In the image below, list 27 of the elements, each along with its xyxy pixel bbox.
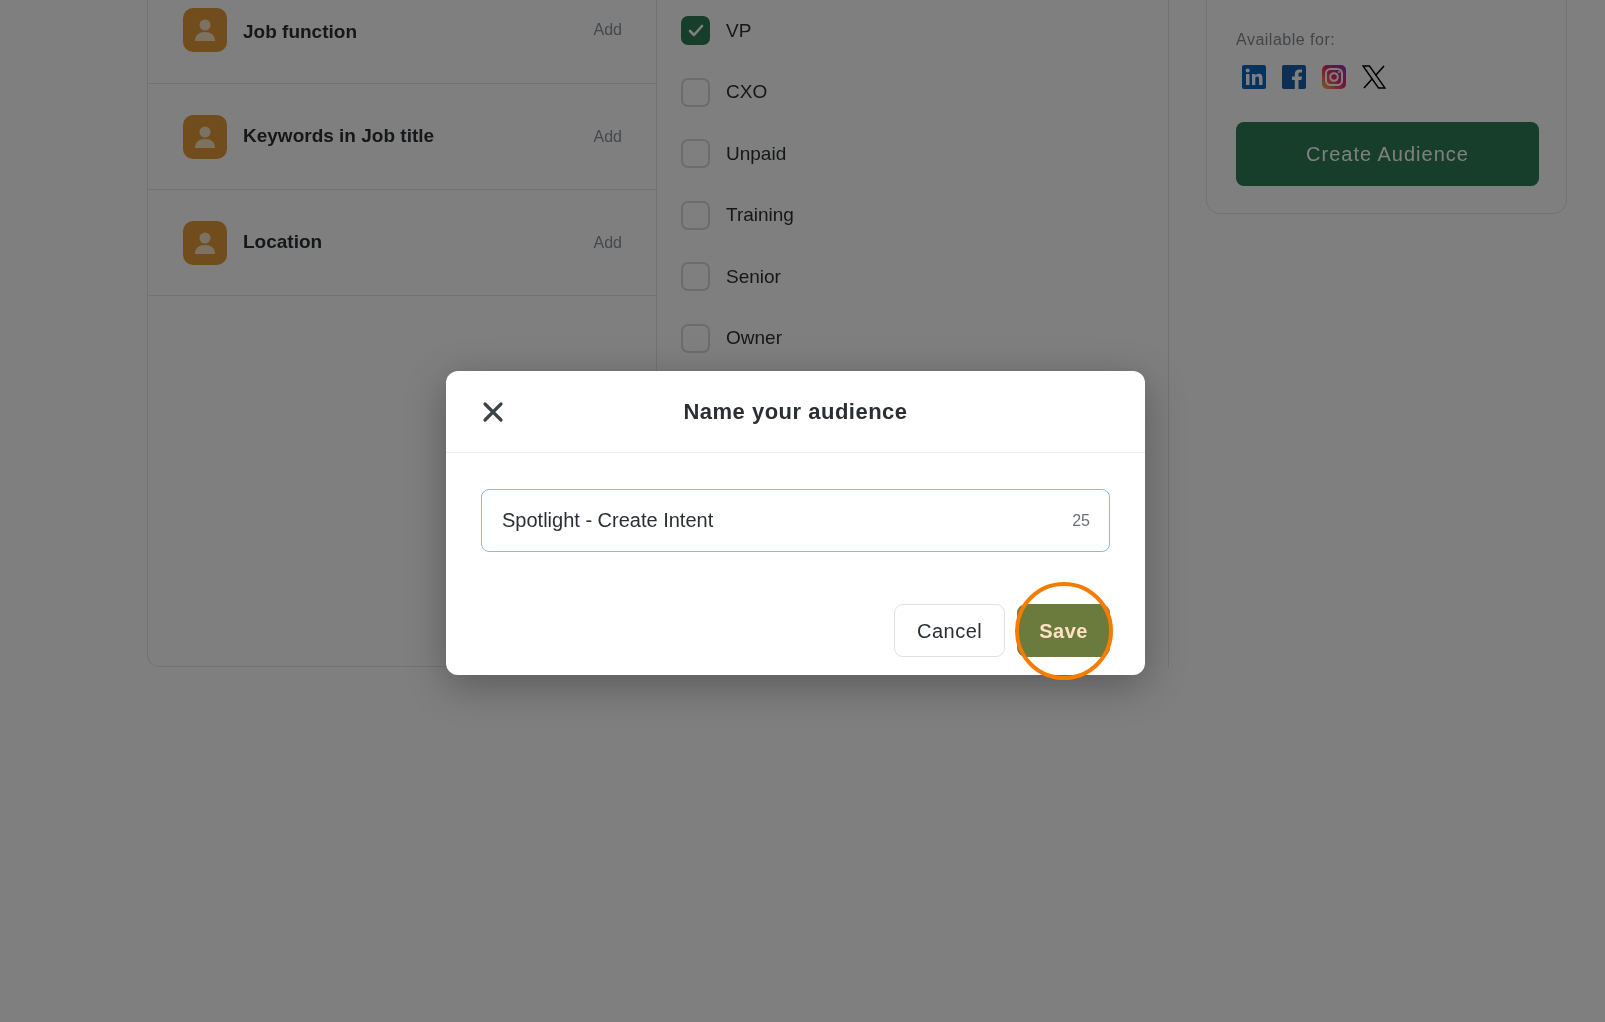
filter-label: Job function <box>243 20 358 44</box>
option-label: CXO <box>726 80 768 104</box>
option-label: Senior <box>726 264 781 289</box>
create-audience-button[interactable]: Create Audience <box>1236 122 1539 186</box>
character-count: 25 <box>1072 511 1090 531</box>
person-icon <box>183 114 227 159</box>
add-link[interactable]: Add <box>593 124 622 149</box>
option-label: VP <box>726 18 752 43</box>
instagram-icon <box>1322 65 1346 89</box>
add-link[interactable]: Add <box>593 18 622 42</box>
filter-label: Keywords in Job title <box>243 124 436 149</box>
person-icon <box>183 220 227 265</box>
checkbox[interactable] <box>681 16 710 46</box>
save-button[interactable]: Save <box>1017 604 1110 657</box>
filter-label: Location <box>243 230 324 255</box>
option-label: Unpaid <box>726 141 787 166</box>
person-icon <box>183 8 227 52</box>
available-for-label: Available for: <box>1236 30 1337 50</box>
facebook-icon <box>1282 65 1306 89</box>
add-link[interactable]: Add <box>593 230 622 255</box>
linkedin-icon <box>1242 65 1266 89</box>
dialog-title: Name your audience <box>683 398 908 426</box>
check-icon <box>687 24 704 38</box>
option-label: Owner <box>726 326 782 350</box>
cancel-button[interactable]: Cancel <box>894 604 1006 657</box>
x-logo-icon <box>1362 65 1386 89</box>
option-label: Training <box>726 203 794 227</box>
